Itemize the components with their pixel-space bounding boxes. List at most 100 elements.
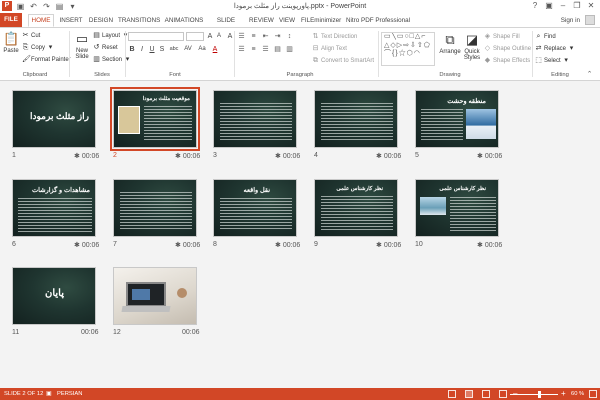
reset-button[interactable]: ↺ Reset xyxy=(93,43,118,52)
collapse-ribbon-button[interactable]: ⌃ xyxy=(586,70,593,79)
slide-sorter-view-icon[interactable] xyxy=(465,390,473,398)
slide-thumbnail-11[interactable]: پایان xyxy=(12,267,96,325)
find-button[interactable]: ⌕ Find xyxy=(535,32,556,41)
slide-thumbnail-6[interactable]: مشاهدات و گزارشات xyxy=(12,179,96,237)
strikethrough-button[interactable]: S xyxy=(158,45,166,54)
slide-thumbnail-2[interactable]: موقعیت مثلث برمودا xyxy=(110,87,200,151)
slide-thumbnail-1[interactable]: راز مثلث برمودا xyxy=(12,90,96,148)
tab-review[interactable]: REVIEW xyxy=(249,14,274,27)
quick-styles-button[interactable]: ◪ Quick Styles xyxy=(462,32,482,61)
align-text-button[interactable]: ⊟ Align Text xyxy=(312,44,347,53)
character-spacing-button[interactable]: AV xyxy=(183,45,193,54)
tab-nitro-pdf[interactable]: Nitro PDF Professional xyxy=(345,14,411,27)
bullets-button[interactable]: ☰ xyxy=(238,32,245,41)
close-icon[interactable]: ✕ xyxy=(584,0,598,12)
align-center-icon: ≡ xyxy=(251,46,256,53)
help-icon[interactable]: ? xyxy=(528,0,542,12)
window-title: پاورپوینت راز مثلث برمودا.pptx - PowerPo… xyxy=(233,3,367,10)
restore-icon[interactable]: ❐ xyxy=(570,0,584,12)
slide-thumbnail-7[interactable] xyxy=(113,179,197,237)
justify-button[interactable]: ▤ xyxy=(274,45,281,54)
font-name-input[interactable] xyxy=(128,32,184,41)
align-right-button[interactable]: ☰ xyxy=(262,45,269,54)
tab-view[interactable]: VIEW xyxy=(277,14,297,27)
underline-button[interactable]: U xyxy=(148,45,156,54)
ribbon-display-icon[interactable]: ▣ xyxy=(542,0,556,12)
zoom-in-icon[interactable]: + xyxy=(561,389,566,398)
font-color-button[interactable]: A xyxy=(211,45,219,54)
slide-thumbnail-8[interactable]: نقل واقعه xyxy=(213,179,297,237)
format-painter-button[interactable]: 🖌 Format Painter xyxy=(22,55,71,64)
body-text xyxy=(120,192,192,230)
slide-title: پایان xyxy=(45,288,65,299)
align-center-button[interactable]: ≡ xyxy=(250,45,257,54)
proofing-icon[interactable]: ▣ xyxy=(46,391,51,397)
convert-smartart-button[interactable]: ⧉ Convert to SmartArt xyxy=(312,56,374,65)
slide-thumbnail-4[interactable] xyxy=(314,90,398,148)
avatar[interactable] xyxy=(585,15,595,25)
shrink-font-button[interactable]: A xyxy=(215,32,223,41)
slideshow-view-icon[interactable] xyxy=(499,390,507,398)
shape-outline-button[interactable]: ◇ Shape Outline xyxy=(484,44,531,53)
font-size-input[interactable] xyxy=(186,32,204,41)
align-left-button[interactable]: ☰ xyxy=(238,45,245,54)
brush-icon: 🖌 xyxy=(22,56,31,63)
numbering-icon: ≡ xyxy=(251,33,256,40)
tab-home[interactable]: HOME xyxy=(28,14,54,27)
search-icon: ⌕ xyxy=(536,33,541,40)
slide-timing: ✱ 00:06 xyxy=(74,242,100,249)
layout-button[interactable]: ▤ Layout ▾ xyxy=(93,31,129,40)
new-slide-button[interactable]: ▭ New Slide xyxy=(72,31,92,60)
fit-to-window-icon[interactable] xyxy=(589,390,597,398)
grow-font-button[interactable]: A xyxy=(206,32,214,41)
columns-button[interactable]: ▥ xyxy=(286,45,293,54)
slide-thumbnail-12[interactable] xyxy=(113,267,197,325)
tab-slide-show[interactable]: SLIDE SHOW xyxy=(208,14,244,37)
normal-view-icon[interactable] xyxy=(448,390,456,398)
ribbon-tabs: FILE HOME INSERT DESIGN TRANSITIONS ANIM… xyxy=(0,13,600,37)
clear-formatting-button[interactable]: A xyxy=(226,32,234,41)
tab-design[interactable]: DESIGN xyxy=(88,14,114,27)
paste-button[interactable]: 📋 Paste xyxy=(3,31,19,54)
shape-effects-button[interactable]: ◆ Shape Effects xyxy=(484,56,530,65)
slide-thumbnail-3[interactable] xyxy=(213,90,297,148)
fill-bucket-icon: ◈ xyxy=(484,33,491,40)
zoom-slider[interactable] xyxy=(510,394,558,395)
zoom-level[interactable]: 60 % xyxy=(571,391,584,397)
slide-title: راز مثلث برمودا xyxy=(30,111,89,121)
reading-view-icon[interactable] xyxy=(482,390,490,398)
chevron-down-icon: ▾ xyxy=(564,57,568,64)
shape-fill-button[interactable]: ◈ Shape Fill xyxy=(484,32,520,41)
tab-animations[interactable]: ANIMATIONS xyxy=(164,14,204,27)
text-shadow-button[interactable]: abc xyxy=(168,45,180,54)
language-indicator[interactable]: PERSIAN xyxy=(57,391,82,397)
numbering-button[interactable]: ≡ xyxy=(250,32,257,41)
slide-number: 12 xyxy=(113,329,121,336)
shapes-gallery[interactable]: ▭╲▭○□△⌐ △◇▷⇨⇩⇧⬠ ⌒{}☆⬡◠ xyxy=(381,32,435,66)
status-bar: SLIDE 2 OF 12 ▣ PERSIAN – + 60 % xyxy=(0,388,600,400)
body-text xyxy=(450,197,496,231)
replace-button[interactable]: ⇄ Replace ▾ xyxy=(535,44,575,53)
copy-button[interactable]: ⎘ Copy ▾ xyxy=(22,43,54,52)
tab-fileminimizer[interactable]: FILEminimizer xyxy=(301,14,341,27)
italic-button[interactable]: I xyxy=(138,45,146,54)
select-button[interactable]: ⬚ Select ▾ xyxy=(535,56,570,65)
tab-file[interactable]: FILE xyxy=(0,13,22,27)
cut-button[interactable]: ✂ Cut xyxy=(22,31,41,40)
slide-thumbnail-9[interactable]: نظر کارشناس علمی xyxy=(314,179,398,237)
zoom-slider-thumb[interactable] xyxy=(537,391,541,398)
text-direction-button[interactable]: ⇅ Text Direction xyxy=(312,32,358,41)
justify-icon: ▤ xyxy=(274,46,281,53)
tab-transitions[interactable]: TRANSITIONS xyxy=(118,14,160,27)
tab-insert[interactable]: INSERT xyxy=(58,14,84,27)
bold-button[interactable]: B xyxy=(128,45,136,54)
arrange-button[interactable]: ⧉ Arrange xyxy=(439,32,461,55)
change-case-button[interactable]: Aa xyxy=(197,45,207,54)
slide-thumbnail-10[interactable]: نظر کارشناس علمی xyxy=(415,179,499,237)
line-spacing-button[interactable]: ↕ xyxy=(286,32,293,41)
sign-in-link[interactable]: Sign in xyxy=(561,17,580,24)
slide-thumbnail-5[interactable]: منطقه وحشت xyxy=(415,90,499,148)
increase-indent-button[interactable]: ⇥ xyxy=(274,32,281,41)
minimize-icon[interactable]: – xyxy=(556,0,570,12)
decrease-indent-button[interactable]: ⇤ xyxy=(262,32,269,41)
